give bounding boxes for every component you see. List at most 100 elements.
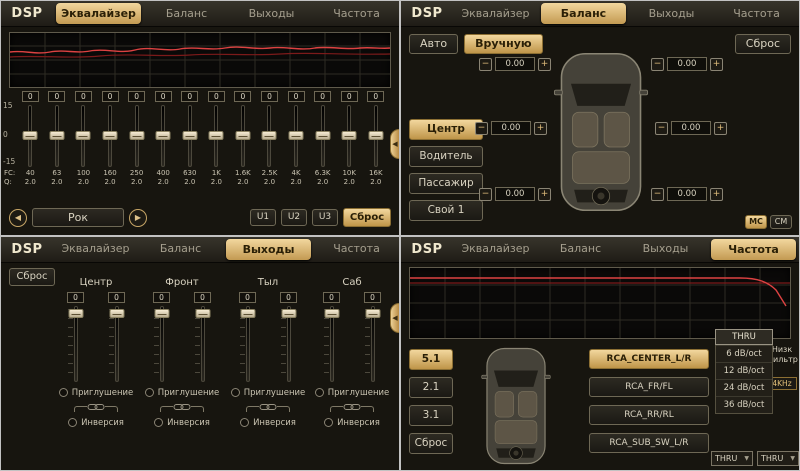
- minus-button[interactable]: −: [479, 58, 492, 71]
- tab-frequency[interactable]: Частота: [714, 1, 799, 27]
- slope-option-12db[interactable]: 12 dB/oct: [716, 362, 772, 379]
- band-slider[interactable]: [188, 105, 192, 167]
- plus-button[interactable]: +: [538, 188, 551, 201]
- tab-equalizer[interactable]: Эквалайзер: [453, 237, 538, 263]
- frequency-reset-button[interactable]: Сброс: [409, 433, 453, 454]
- channel-link-toggle[interactable]: [309, 402, 395, 412]
- channel-link-toggle[interactable]: [139, 402, 225, 412]
- output-slider[interactable]: [371, 306, 375, 382]
- slider-thumb[interactable]: [195, 309, 210, 318]
- slider-thumb[interactable]: [315, 131, 330, 140]
- mute-checkbox[interactable]: [231, 388, 240, 397]
- rca-rear-button[interactable]: RCA_RR/RL: [589, 405, 709, 425]
- tab-equalizer[interactable]: Эквалайзер: [56, 3, 141, 24]
- tab-frequency[interactable]: Частота: [314, 237, 399, 263]
- mute-checkbox[interactable]: [315, 388, 324, 397]
- preset-prev-button[interactable]: ◀: [9, 209, 27, 227]
- output-slider[interactable]: [330, 306, 334, 382]
- minus-button[interactable]: −: [655, 122, 668, 135]
- plus-button[interactable]: +: [710, 188, 723, 201]
- band-slider[interactable]: [81, 105, 85, 167]
- memory-u3-button[interactable]: U3: [312, 209, 338, 226]
- tab-balance[interactable]: Баланс: [538, 237, 623, 263]
- mute-checkbox[interactable]: [59, 388, 68, 397]
- balance-reset-button[interactable]: Сброс: [735, 34, 791, 54]
- band-slider[interactable]: [294, 105, 298, 167]
- slider-thumb[interactable]: [68, 309, 83, 318]
- channel-link-toggle[interactable]: [225, 402, 311, 412]
- mode-3-1-button[interactable]: 3.1: [409, 405, 453, 426]
- band-slider[interactable]: [374, 105, 378, 167]
- rca-center-button[interactable]: RCA_CENTER_L/R: [589, 349, 709, 369]
- slider-thumb[interactable]: [103, 131, 118, 140]
- minus-button[interactable]: −: [651, 58, 664, 71]
- minus-button[interactable]: −: [475, 122, 488, 135]
- tab-outputs[interactable]: Выходы: [226, 239, 311, 260]
- slider-thumb[interactable]: [235, 131, 250, 140]
- slider-thumb[interactable]: [324, 309, 339, 318]
- band-slider[interactable]: [135, 105, 139, 167]
- mc-toggle-button[interactable]: MC: [745, 215, 767, 229]
- mode-2-1-button[interactable]: 2.1: [409, 377, 453, 398]
- auto-mode-button[interactable]: Авто: [409, 34, 458, 54]
- tab-frequency[interactable]: Частота: [314, 1, 399, 27]
- memory-u2-button[interactable]: U2: [281, 209, 307, 226]
- tab-outputs[interactable]: Выходы: [623, 237, 708, 263]
- cm-toggle-button[interactable]: CM: [770, 215, 792, 229]
- preset-select[interactable]: Рок: [32, 208, 124, 227]
- band-slider[interactable]: [347, 105, 351, 167]
- slider-thumb[interactable]: [281, 309, 296, 318]
- tab-equalizer[interactable]: Эквалайзер: [453, 1, 538, 27]
- slope-option-36db[interactable]: 36 dB/oct: [716, 396, 772, 413]
- rca-front-button[interactable]: RCA_FR/FL: [589, 377, 709, 397]
- slope-dropdown-selected[interactable]: THRU: [715, 329, 773, 345]
- outputs-reset-button[interactable]: Сброс: [9, 268, 55, 286]
- position-center-button[interactable]: Центр: [409, 119, 483, 140]
- slider-thumb[interactable]: [240, 309, 255, 318]
- plus-button[interactable]: +: [534, 122, 547, 135]
- thru-select-b[interactable]: THRU▼: [757, 451, 799, 466]
- output-slider[interactable]: [115, 306, 119, 382]
- tab-equalizer[interactable]: Эквалайзер: [53, 237, 138, 263]
- slider-thumb[interactable]: [182, 131, 197, 140]
- invert-checkbox[interactable]: [324, 418, 333, 427]
- output-slider[interactable]: [287, 306, 291, 382]
- minus-button[interactable]: −: [651, 188, 664, 201]
- slider-thumb[interactable]: [262, 131, 277, 140]
- panel-slide-handle[interactable]: ◀: [390, 129, 399, 159]
- tab-outputs[interactable]: Выходы: [629, 1, 714, 27]
- minus-button[interactable]: −: [479, 188, 492, 201]
- output-slider[interactable]: [160, 306, 164, 382]
- slope-option-6db[interactable]: 6 dB/oct: [716, 345, 772, 362]
- band-slider[interactable]: [241, 105, 245, 167]
- band-slider[interactable]: [267, 105, 271, 167]
- plus-button[interactable]: +: [714, 122, 727, 135]
- mode-5-1-button[interactable]: 5.1: [409, 349, 453, 370]
- tab-frequency[interactable]: Частота: [711, 239, 796, 260]
- output-slider[interactable]: [201, 306, 205, 382]
- band-slider[interactable]: [28, 105, 32, 167]
- thru-select-a[interactable]: THRU▼: [711, 451, 753, 466]
- invert-checkbox[interactable]: [240, 418, 249, 427]
- invert-checkbox[interactable]: [68, 418, 77, 427]
- tab-balance[interactable]: Баланс: [541, 3, 626, 24]
- band-slider[interactable]: [55, 105, 59, 167]
- band-slider[interactable]: [108, 105, 112, 167]
- tab-balance[interactable]: Баланс: [144, 1, 229, 27]
- slider-thumb[interactable]: [209, 131, 224, 140]
- slider-thumb[interactable]: [154, 309, 169, 318]
- slider-thumb[interactable]: [129, 131, 144, 140]
- invert-checkbox[interactable]: [154, 418, 163, 427]
- plus-button[interactable]: +: [538, 58, 551, 71]
- slider-thumb[interactable]: [156, 131, 171, 140]
- position-passenger-button[interactable]: Пассажир: [409, 173, 483, 194]
- slider-thumb[interactable]: [365, 309, 380, 318]
- band-slider[interactable]: [161, 105, 165, 167]
- slider-thumb[interactable]: [109, 309, 124, 318]
- slider-thumb[interactable]: [289, 131, 304, 140]
- eq-reset-button[interactable]: Сброс: [343, 208, 391, 227]
- band-slider[interactable]: [214, 105, 218, 167]
- tab-balance[interactable]: Баланс: [138, 237, 223, 263]
- slider-thumb[interactable]: [342, 131, 357, 140]
- channel-link-toggle[interactable]: [53, 402, 139, 412]
